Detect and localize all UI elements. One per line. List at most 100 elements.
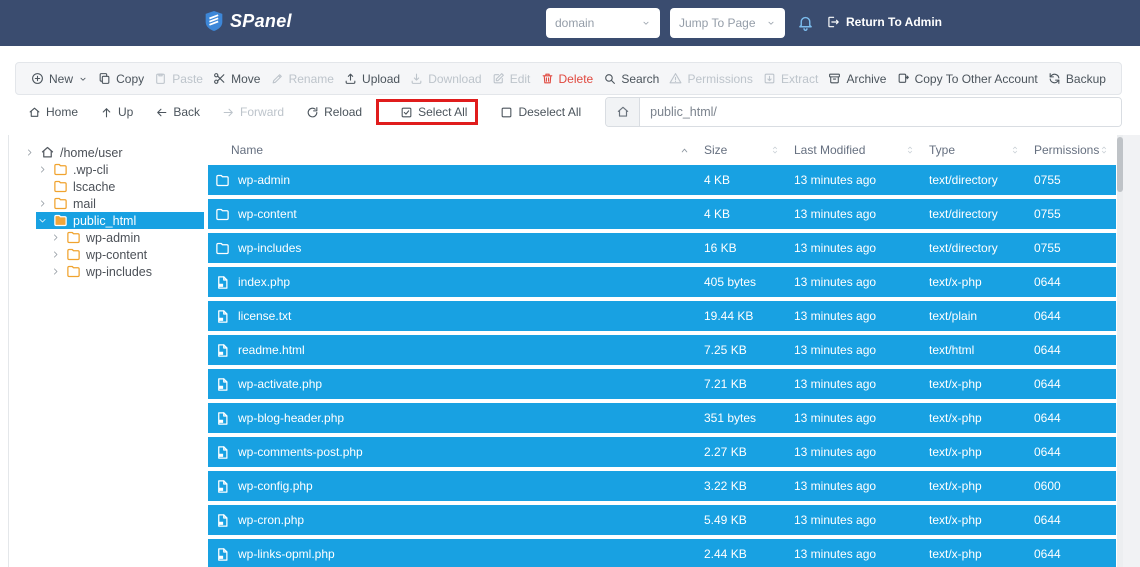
file-icon	[215, 343, 230, 358]
column-header-type[interactable]: Type	[929, 143, 1034, 157]
nav-button-select-all[interactable]: Select All	[400, 105, 467, 119]
collapse-toggle[interactable]	[36, 216, 48, 225]
toolbar-button-permissions[interactable]: Permissions	[669, 72, 753, 86]
chevron-right-icon	[25, 148, 34, 157]
tree-item-body: wp-admin	[49, 229, 204, 246]
cell-file-type: text/directory	[929, 173, 998, 187]
expand-toggle[interactable]	[36, 199, 48, 208]
nav-button-up[interactable]: Up	[100, 105, 133, 119]
file-icon	[215, 411, 230, 426]
nav-label-deselect-all: Deselect All	[518, 105, 582, 119]
cell-size: 351 bytes	[704, 411, 757, 425]
column-header-last-modified[interactable]: Last Modified	[794, 143, 929, 157]
brand-name: SPanel	[230, 10, 292, 31]
column-header-size[interactable]: Size	[704, 143, 794, 157]
column-header-permissions[interactable]: Permissions	[1034, 143, 1116, 157]
tree-item-mail[interactable]: mail	[9, 195, 204, 212]
domain-select[interactable]: domain	[546, 8, 660, 38]
notifications-bell-button[interactable]	[797, 14, 814, 36]
file-row-wp-content[interactable]: wp-content 4 KB 13 minutes ago text/directo…	[208, 199, 1116, 229]
cell-permissions: 0644	[1034, 309, 1061, 323]
file-actions-toolbar: New Copy Paste Move Rename Upload Download Edit…	[15, 62, 1122, 95]
expand-toggle[interactable]	[49, 233, 61, 242]
expand-toggle[interactable]	[49, 267, 61, 276]
file-row-wp-blog-header-php[interactable]: wp-blog-header.php 351 bytes 13 minutes ag…	[208, 403, 1116, 433]
toolbar-button-archive[interactable]: Archive	[828, 72, 886, 86]
nav-button-reload[interactable]: Reload	[306, 105, 362, 119]
tree-item-label: /home/user	[60, 145, 123, 160]
toolbar-button-extract[interactable]: Extract	[763, 72, 818, 86]
tree-item-body: wp-content	[49, 246, 204, 263]
column-header-name[interactable]: Name	[208, 143, 704, 157]
file-row-readme-html[interactable]: readme.html 7.25 KB 13 minutes ago text/htm…	[208, 335, 1116, 365]
cell-permissions: 0755	[1034, 207, 1061, 221]
file-name: wp-cron.php	[238, 513, 305, 527]
file-row-wp-config-php[interactable]: wp-config.php 3.22 KB 13 minutes ago text/x…	[208, 471, 1116, 501]
expand-toggle[interactable]	[23, 148, 35, 157]
nav-button-back[interactable]: Back	[155, 105, 200, 119]
nav-button-forward[interactable]: Forward	[222, 105, 284, 119]
file-row-wp-cron-php[interactable]: wp-cron.php 5.49 KB 13 minutes ago text/x-p…	[208, 505, 1116, 535]
jump-to-page-select[interactable]: Jump To Page	[670, 8, 785, 38]
cell-file-type: text/plain	[929, 309, 978, 323]
paste-icon	[154, 72, 167, 85]
file-icon	[215, 513, 230, 528]
file-row-index-php[interactable]: index.php 405 bytes 13 minutes ago text/x-p…	[208, 267, 1116, 297]
tree-item-public-html[interactable]: public_html	[9, 212, 204, 229]
file-row-wp-activate-php[interactable]: wp-activate.php 7.21 KB 13 minutes ago text…	[208, 369, 1116, 399]
cell-last-modified: 13 minutes ago	[794, 547, 877, 561]
cell-last-modified: 13 minutes ago	[794, 513, 877, 527]
cell-last-modified: 13 minutes ago	[794, 445, 877, 459]
cell-size: 2.44 KB	[704, 547, 747, 561]
directory-tree-sidebar: /home/user .wp-cli lscache mail public_html w…	[9, 135, 204, 567]
cell-file-type: text/x-php	[929, 547, 982, 561]
return-to-admin-button[interactable]: Return To Admin	[826, 15, 942, 29]
nav-button-home[interactable]: Home	[28, 105, 78, 119]
cell-size: 3.22 KB	[704, 479, 747, 493]
search-icon	[603, 72, 616, 85]
toolbar-button-rename[interactable]: Rename	[271, 72, 334, 86]
file-row-license-txt[interactable]: license.txt 19.44 KB 13 minutes ago text/pl…	[208, 301, 1116, 331]
file-row-wp-admin[interactable]: wp-admin 4 KB 13 minutes ago text/directory…	[208, 165, 1116, 195]
toolbar-button-delete[interactable]: Delete	[541, 72, 593, 86]
sort-icon	[1010, 145, 1020, 155]
current-path-input[interactable]	[640, 98, 1121, 126]
expand-toggle[interactable]	[49, 250, 61, 259]
nav-label-up: Up	[118, 105, 134, 119]
tree-item-wp-includes[interactable]: wp-includes	[9, 263, 204, 280]
tree-item-body: /home/user	[23, 144, 204, 161]
tree-item-wp-cli[interactable]: .wp-cli	[9, 161, 204, 178]
file-row-wp-links-opml-php[interactable]: wp-links-opml.php 2.44 KB 13 minutes ago te…	[208, 539, 1116, 567]
nav-button-deselect-all[interactable]: Deselect All	[500, 105, 581, 119]
toolbar-label-copy: Copy	[116, 71, 145, 86]
cell-last-modified: 13 minutes ago	[794, 377, 877, 391]
cell-file-type: text/x-php	[929, 445, 982, 459]
expand-toggle[interactable]	[36, 165, 48, 174]
file-row-wp-comments-post-php[interactable]: wp-comments-post.php 2.27 KB 13 minutes ag…	[208, 437, 1116, 467]
tree-item-lscache[interactable]: lscache	[9, 178, 204, 195]
toolbar-button-search[interactable]: Search	[603, 72, 659, 86]
file-row-wp-includes[interactable]: wp-includes 16 KB 13 minutes ago text/direc…	[208, 233, 1116, 263]
toolbar-button-move[interactable]: Move	[213, 72, 260, 86]
cell-permissions: 0644	[1034, 377, 1061, 391]
cell-permissions: 0644	[1034, 275, 1061, 289]
archive-icon	[828, 72, 841, 85]
toolbar-button-upload[interactable]: Upload	[344, 72, 400, 86]
toolbar-button-copy-to-other-account[interactable]: Copy To Other Account	[897, 72, 1038, 86]
toolbar-button-backup[interactable]: Backup	[1048, 72, 1106, 86]
tree-item-wp-content[interactable]: wp-content	[9, 246, 204, 263]
tree-item-wp-admin[interactable]: wp-admin	[9, 229, 204, 246]
cell-file-type: text/x-php	[929, 275, 982, 289]
toolbar-button-download[interactable]: Download	[410, 72, 482, 86]
toolbar-button-copy[interactable]: Copy	[98, 72, 144, 86]
toolbar-button-new[interactable]: New	[31, 72, 88, 86]
logout-icon	[826, 15, 840, 29]
tree-item-label: wp-includes	[86, 264, 153, 279]
cell-name: wp-config.php	[208, 479, 704, 494]
tree-item-home-user[interactable]: /home/user	[9, 144, 204, 161]
file-name: readme.html	[238, 343, 305, 357]
tree-item-label: .wp-cli	[73, 162, 109, 177]
toolbar-button-edit[interactable]: Edit	[492, 72, 530, 86]
plus-circle-icon	[31, 72, 44, 85]
toolbar-button-paste[interactable]: Paste	[154, 72, 203, 86]
